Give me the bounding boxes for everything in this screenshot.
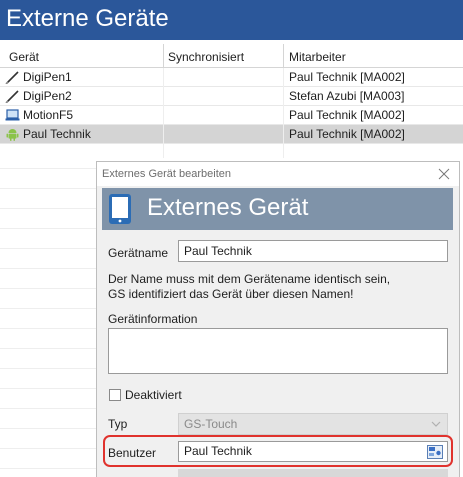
column-divider[interactable] <box>283 44 284 68</box>
grid-line <box>0 288 97 289</box>
grid-line <box>0 248 97 249</box>
employee-name: Paul Technik [MA002] <box>289 108 405 122</box>
column-header-synced[interactable]: Synchronisiert <box>168 50 244 64</box>
grid-line <box>0 408 97 409</box>
table-row-selected[interactable]: Paul Technik Paul Technik [MA002] <box>0 125 463 144</box>
dialog-titlebar[interactable]: Externes Gerät bearbeiten <box>97 162 459 186</box>
employee-name: Paul Technik [MA002] <box>289 127 405 141</box>
type-label: Typ <box>108 417 128 431</box>
laptop-icon <box>5 109 20 121</box>
tablet-icon <box>109 194 131 224</box>
name-hint: Der Name muss mit dem Gerätename identis… <box>108 272 390 302</box>
grid-line <box>0 388 97 389</box>
grid-line <box>283 68 284 158</box>
edit-device-dialog: Externes Gerät bearbeiten Externes Gerät… <box>96 161 460 477</box>
table-row[interactable]: MotionF5 Paul Technik [MA002] <box>0 106 463 125</box>
close-button[interactable] <box>435 165 453 183</box>
device-name: DigiPen2 <box>23 89 72 103</box>
grid-line <box>0 328 97 329</box>
dialog-window-title: Externes Gerät bearbeiten <box>102 168 232 180</box>
device-name-field[interactable]: Paul Technik <box>178 240 448 262</box>
type-select[interactable]: GS-Touch <box>178 413 448 435</box>
page-title: Externe Geräte <box>6 5 169 32</box>
user-picker-icon[interactable] <box>427 445 443 459</box>
devices-table: Gerät Synchronisiert Mitarbeiter DigiPen… <box>0 44 463 144</box>
grid-line <box>0 348 97 349</box>
deactivated-checkbox[interactable] <box>109 389 121 401</box>
grid-line <box>0 368 97 369</box>
chevron-down-icon <box>431 421 441 427</box>
next-field-partial[interactable] <box>178 469 448 477</box>
table-row[interactable]: DigiPen1 Paul Technik [MA002] <box>0 68 463 87</box>
device-info-label: Gerätinformation <box>108 312 198 326</box>
grid-line <box>0 428 97 429</box>
grid-line <box>0 208 97 209</box>
table-row[interactable]: DigiPen2 Stefan Azubi [MA003] <box>0 87 463 106</box>
grid-line <box>0 308 97 309</box>
grid-line <box>0 448 97 449</box>
dialog-header: Externes Gerät <box>102 188 453 230</box>
name-hint-line: GS identifiziert das Gerät über diesen N… <box>108 287 354 301</box>
device-name-label: Gerätname <box>108 246 169 260</box>
employee-name: Paul Technik [MA002] <box>289 70 405 84</box>
device-info-field[interactable] <box>108 328 448 374</box>
name-hint-line: Der Name muss mit dem Gerätename identis… <box>108 272 391 286</box>
column-divider[interactable] <box>163 44 164 68</box>
grid-line <box>0 468 97 469</box>
close-icon <box>438 168 450 180</box>
device-name: Paul Technik <box>23 127 91 141</box>
android-icon <box>6 129 19 141</box>
user-field-value: Paul Technik <box>184 444 252 458</box>
pen-icon <box>5 90 19 103</box>
deactivated-label[interactable]: Deaktiviert <box>125 388 182 402</box>
column-header-employee[interactable]: Mitarbeiter <box>289 50 346 64</box>
grid-line <box>163 68 164 158</box>
table-header: Gerät Synchronisiert Mitarbeiter <box>0 44 463 68</box>
column-header-device[interactable]: Gerät <box>9 50 39 64</box>
app-header: Externe Geräte <box>0 0 463 40</box>
grid-line <box>0 268 97 269</box>
grid-line <box>0 188 97 189</box>
user-field[interactable]: Paul Technik <box>178 441 448 462</box>
type-select-value: GS-Touch <box>184 417 238 431</box>
dialog-title: Externes Gerät <box>147 194 309 221</box>
pen-icon <box>5 71 19 84</box>
employee-name: Stefan Azubi [MA003] <box>289 89 405 103</box>
grid-line <box>0 168 97 169</box>
device-name: DigiPen1 <box>23 70 72 84</box>
user-label: Benutzer <box>108 446 157 460</box>
device-name: MotionF5 <box>23 108 74 122</box>
grid-line <box>0 228 97 229</box>
